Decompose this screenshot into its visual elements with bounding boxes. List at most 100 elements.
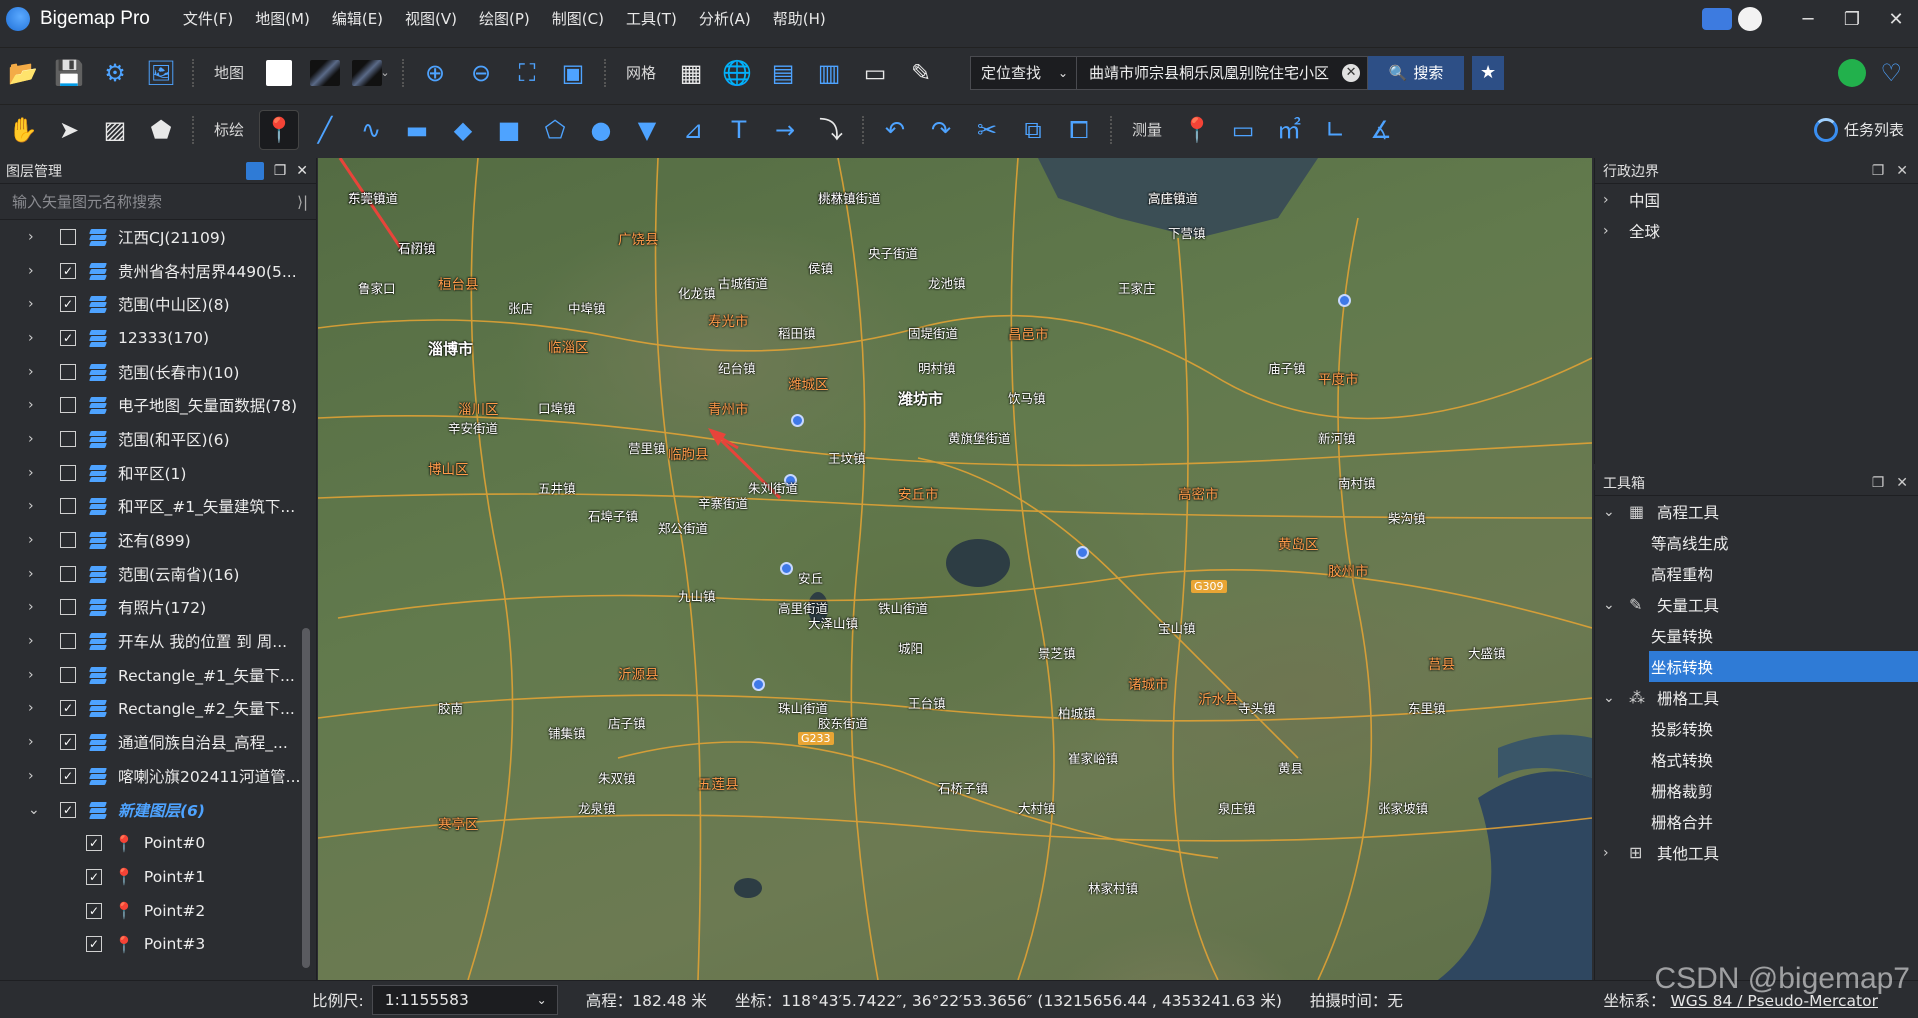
draw-line-button[interactable]: ╱ xyxy=(306,111,344,149)
pan-button[interactable]: ✋ xyxy=(4,111,42,149)
point-checkbox[interactable]: ✓ xyxy=(86,835,102,852)
point-checkbox[interactable]: ✓ xyxy=(86,868,102,885)
toolbox-item[interactable]: 投影转换 xyxy=(1595,713,1918,744)
select-button[interactable]: ➤ xyxy=(50,111,88,149)
zoom-out-button[interactable]: ⊖ xyxy=(462,54,500,92)
map-point-marker[interactable] xyxy=(1338,294,1351,307)
toolbox-item[interactable]: 坐标转换 xyxy=(1649,651,1918,682)
search-icon[interactable] xyxy=(245,161,264,180)
measure-angle-button[interactable]: ∡ xyxy=(1362,111,1400,149)
scale-select[interactable]: 1:1155583 ⌄ xyxy=(371,984,558,1015)
settings-button[interactable]: ⚙ xyxy=(96,54,134,92)
open-folder-button[interactable]: 📂 xyxy=(4,54,42,92)
layer-checkbox[interactable] xyxy=(60,228,76,245)
layer-row[interactable]: › ✓ 12333(170) xyxy=(0,321,316,355)
draw-curve-button[interactable]: ∿ xyxy=(352,111,390,149)
toolbox-item[interactable]: 栅格合并 xyxy=(1595,806,1918,837)
layer-row[interactable]: › 和平区(1) xyxy=(0,456,316,490)
layer-checkbox[interactable] xyxy=(60,464,76,481)
layer-checkbox[interactable]: ✓ xyxy=(60,262,76,279)
menu-analysis[interactable]: 分析(A) xyxy=(688,0,762,38)
zoom-extent-button[interactable]: ⛶ xyxy=(508,54,546,92)
float-panel-icon[interactable]: ❐ xyxy=(1872,475,1885,491)
draw-circle-button[interactable]: ● xyxy=(582,111,620,149)
measure-distance-button[interactable]: ▭ xyxy=(1224,111,1262,149)
menu-file[interactable]: 文件(F) xyxy=(172,0,244,38)
measure-point-button[interactable]: 📍 xyxy=(1178,111,1216,149)
layer-checkbox[interactable] xyxy=(60,633,76,650)
layer-row[interactable]: › ✓ 喀喇沁旗202411河道管... xyxy=(0,759,316,793)
layer-row[interactable]: › ✓ 通道侗族自治县_高程_... xyxy=(0,725,316,759)
draw-measure-line-button[interactable]: ⊿ xyxy=(674,111,712,149)
draw-square-button[interactable]: ■ xyxy=(490,111,528,149)
zoom-in-button[interactable]: ⊕ xyxy=(416,54,454,92)
draw-polygon-free-button[interactable]: ◆ xyxy=(444,111,482,149)
menu-draw[interactable]: 绘图(P) xyxy=(468,0,541,38)
wechat-icon[interactable] xyxy=(1838,58,1867,87)
chevron-right-icon[interactable]: › xyxy=(28,263,46,279)
menu-help[interactable]: 帮助(H) xyxy=(762,0,837,38)
chevron-right-icon[interactable]: › xyxy=(28,599,46,615)
menu-map[interactable]: 地图(M) xyxy=(244,0,321,38)
menu-cartography[interactable]: 制图(C) xyxy=(541,0,615,38)
favorite-button[interactable]: ★ xyxy=(1472,55,1505,90)
undo-button[interactable]: ↶ xyxy=(876,111,914,149)
nm-grid-button[interactable]: ▥ xyxy=(810,54,848,92)
layer-row[interactable]: › 开车从 我的位置 到 周... xyxy=(0,624,316,658)
menu-tools[interactable]: 工具(T) xyxy=(615,0,688,38)
image-button[interactable]: 🖼 xyxy=(142,54,180,92)
layer-row[interactable]: › 电子地图_矢量面数据(78) xyxy=(0,388,316,422)
save-button[interactable]: 💾 xyxy=(50,54,88,92)
draw-text-button[interactable]: T xyxy=(720,111,758,149)
toolbox-group[interactable]: ⌄ ▦ 高程工具 xyxy=(1595,496,1918,527)
close-icon[interactable]: ✕ xyxy=(1896,163,1908,179)
layer-scrollbar[interactable] xyxy=(302,628,310,968)
search-input[interactable] xyxy=(1076,55,1369,90)
layer-checkbox[interactable]: ✓ xyxy=(60,296,76,313)
map-point-marker[interactable] xyxy=(752,678,765,691)
locate-mode-select[interactable]: 定位查找 ⌄ xyxy=(970,55,1077,90)
layer-checkbox[interactable]: ✓ xyxy=(60,700,76,717)
layer-row[interactable]: › 范围(和平区)(6) xyxy=(0,422,316,456)
chevron-right-icon[interactable]: › xyxy=(28,431,46,447)
point-checkbox[interactable]: ✓ xyxy=(86,902,102,919)
toolbox-item[interactable]: 等高线生成 xyxy=(1595,527,1918,558)
layer-row[interactable]: › ✓ 贵州省各村居界4490(5... xyxy=(0,254,316,288)
draw-curved-arrow-button[interactable]: ⤵ xyxy=(812,111,850,149)
layer-search-input[interactable] xyxy=(0,192,280,211)
map-point-marker[interactable] xyxy=(780,562,793,575)
toolbox-item[interactable]: 高程重构 xyxy=(1595,558,1918,589)
float-panel-icon[interactable]: ❐ xyxy=(274,163,287,179)
close-icon[interactable]: ✕ xyxy=(1896,475,1908,491)
layer-checkbox[interactable] xyxy=(60,666,76,683)
chevron-right-icon[interactable]: › xyxy=(28,700,46,716)
chevron-right-icon[interactable]: › xyxy=(28,768,46,784)
image-select-button[interactable]: ▨ xyxy=(96,111,134,149)
shape-select-button[interactable]: ⬟ xyxy=(142,111,180,149)
layer-row-new[interactable]: ⌄ ✓ 新建图层(6) xyxy=(0,793,316,827)
map-point-marker[interactable] xyxy=(1076,546,1089,559)
chevron-right-icon[interactable]: › xyxy=(28,498,46,514)
cut-button[interactable]: ✂ xyxy=(968,111,1006,149)
point-row[interactable]: ✓ 📍 Point#1 xyxy=(0,860,316,894)
chevron-right-icon[interactable]: › xyxy=(28,734,46,750)
minimize-button[interactable]: ─ xyxy=(1786,0,1830,38)
chevron-right-icon[interactable]: › xyxy=(28,330,46,346)
layer-row[interactable]: › 江西CJ(21109) xyxy=(0,220,316,254)
message-icon[interactable] xyxy=(1702,8,1732,30)
menu-edit[interactable]: 编辑(E) xyxy=(321,0,394,38)
toolbox-item[interactable]: 栅格裁剪 xyxy=(1595,775,1918,806)
toolbox-item[interactable]: 格式转换 xyxy=(1595,744,1918,775)
chevron-right-icon[interactable]: › xyxy=(28,296,46,312)
chevron-right-icon[interactable]: › xyxy=(28,229,46,245)
map-point-marker[interactable] xyxy=(791,414,804,427)
layer-checkbox[interactable] xyxy=(60,397,76,414)
grid-button[interactable]: ▦ xyxy=(672,54,710,92)
folder-grid-button[interactable]: ▭ xyxy=(856,54,894,92)
night-basemap-button[interactable] xyxy=(306,54,344,92)
heart-icon[interactable]: ♡ xyxy=(1880,59,1902,87)
float-panel-icon[interactable]: ❐ xyxy=(1872,163,1885,179)
basemap-dropdown-button[interactable]: ⌄ xyxy=(352,54,390,92)
layer-row[interactable]: › ✓ Rectangle_#2_矢量下... xyxy=(0,692,316,726)
draw-sector-button[interactable]: ▼ xyxy=(628,111,666,149)
